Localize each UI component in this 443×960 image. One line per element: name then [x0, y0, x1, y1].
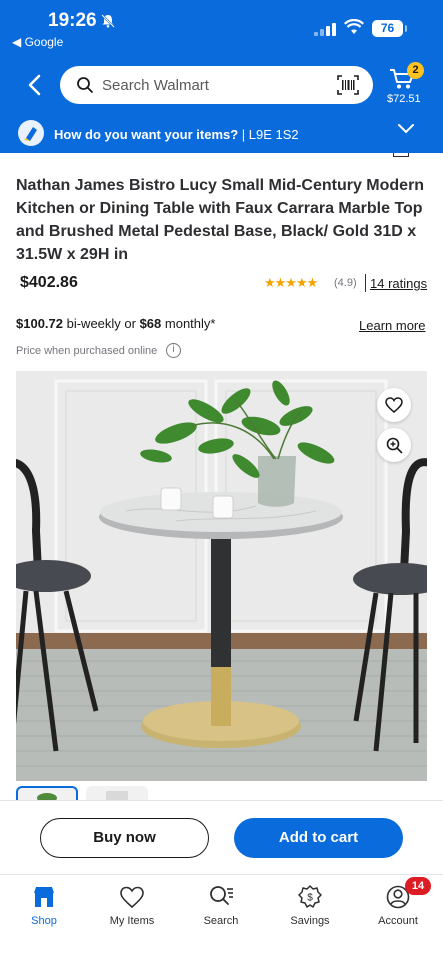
svg-text:$: $ [307, 893, 313, 904]
tab-shop[interactable]: Shop [4, 883, 84, 927]
signal-icon [314, 22, 338, 36]
cart-count-badge: 2 [407, 62, 424, 79]
zoom-button[interactable] [377, 428, 411, 462]
rating-divider [365, 274, 366, 292]
image-thumbnails [16, 786, 427, 800]
savings-icon: $ [270, 883, 350, 911]
learn-more-link[interactable]: Learn more [359, 318, 425, 333]
delivery-prompt: How do you want your items? | L9E 1S2 [54, 127, 299, 142]
search-icon [181, 883, 261, 911]
status-bar: 19:26 ◀ Google 76 [0, 0, 443, 54]
status-time: 19:26 [48, 10, 97, 31]
buy-now-button[interactable]: Buy now [40, 818, 209, 858]
cart-button[interactable]: 2 $72.51 [385, 62, 435, 108]
thumbnail-1[interactable] [16, 786, 78, 800]
tab-label: Savings [290, 915, 330, 927]
tab-label: Account [378, 915, 418, 927]
cart-total: $72.51 [387, 93, 421, 105]
search-bar[interactable]: Search Walmart [60, 66, 373, 104]
tab-search[interactable]: Search [181, 883, 261, 927]
nav-row: Search Walmart 2 $72.51 [0, 62, 443, 108]
tab-label: Search [203, 915, 239, 927]
product-price: $402.86 [20, 274, 78, 291]
financing-info: $100.72 bi-weekly or $68 monthly* [16, 316, 216, 331]
search-icon [76, 76, 94, 99]
price-note: Price when purchased online [16, 345, 158, 357]
info-icon[interactable]: i [166, 343, 181, 358]
scroll-peek-element [393, 153, 409, 157]
shop-icon [4, 883, 84, 911]
star-rating: ★★★★★ [264, 275, 318, 290]
add-to-cart-button[interactable]: Add to cart [234, 818, 403, 858]
account-notification-badge: 14 [405, 877, 431, 895]
tab-savings[interactable]: $ Savings [270, 883, 350, 927]
delivery-selector[interactable]: How do you want your items? | L9E 1S2 [0, 116, 443, 148]
chevron-down-icon[interactable] [396, 121, 416, 142]
product-image[interactable] [16, 371, 427, 781]
wifi-icon [344, 18, 364, 40]
product-title: Nathan James Bistro Lucy Small Mid-Centu… [16, 177, 425, 263]
favorite-button[interactable] [377, 388, 411, 422]
back-to-app-link[interactable]: ◀ Google [12, 35, 63, 49]
delivery-method-icon [18, 120, 44, 146]
bottom-tab-bar: Shop My Items Search $ Savings Account [0, 874, 443, 960]
battery-indicator: 76 [372, 20, 407, 37]
heart-icon [92, 883, 172, 911]
search-input[interactable]: Search Walmart [102, 77, 209, 94]
zoom-in-icon [386, 437, 403, 459]
tab-label: My Items [109, 915, 155, 927]
heart-icon [385, 397, 403, 418]
ratings-count-link[interactable]: 14 ratings [370, 276, 427, 291]
app-header: 19:26 ◀ Google 76 Search Walmart 2 $72.5… [0, 0, 443, 153]
back-arrow-icon[interactable] [20, 70, 50, 100]
thumbnail-2[interactable] [86, 786, 148, 800]
barcode-scan-icon[interactable] [337, 75, 359, 100]
table-photo-illustration [16, 371, 427, 781]
divider [0, 800, 443, 801]
rating-value: (4.9) [334, 277, 357, 289]
tab-my-items[interactable]: My Items [92, 883, 172, 927]
product-page: 19:26 ◀ Google 76 Search Walmart 2 $72.5… [0, 0, 443, 960]
bell-muted-icon [100, 14, 116, 31]
tab-label: Shop [31, 915, 57, 927]
